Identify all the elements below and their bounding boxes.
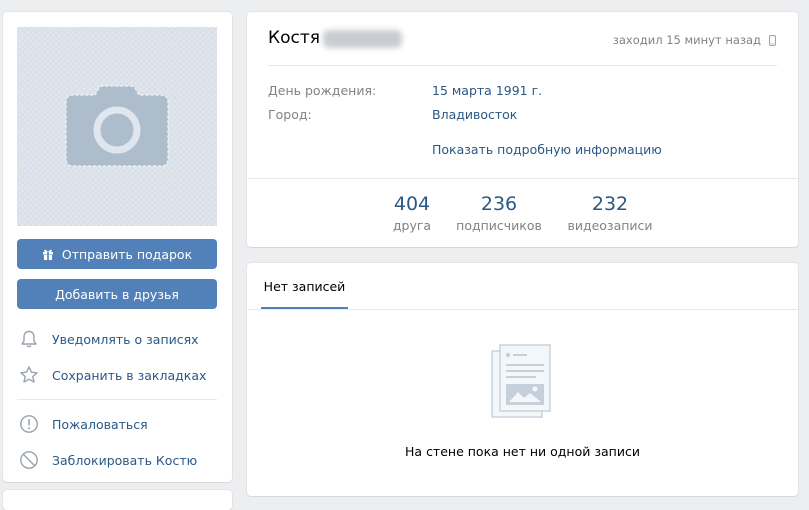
birthday-value[interactable]: 15 марта 1991 г. [432,83,542,98]
empty-wall-message: На стене пока нет ни одной записи [405,444,640,459]
exclamation-circle-icon [20,415,38,433]
sidebar-next-card [3,490,232,510]
save-bookmark-label: Сохранить в закладках [52,367,207,383]
add-friend-label: Добавить в друзья [55,286,179,302]
profile-sidebar-card: Отправить подарок Добавить в друзья Увед… [3,12,232,482]
wall-card: Нет записей На стене пока нет ни одной з… [247,263,798,496]
birthday-label: День рождения: [268,83,377,98]
report-action[interactable]: Пожаловаться [17,410,217,438]
mobile-phone-icon [769,34,776,46]
header-divider [268,65,777,66]
last-seen-text: заходил 15 минут назад [612,33,761,47]
videos-counter[interactable]: 232 видеозаписи [563,193,657,233]
city-label: Город: [268,107,312,122]
empty-wall-document-icon [491,344,551,418]
blurred-surname [323,30,402,48]
notify-posts-label: Уведомлять о записях [52,331,199,347]
block-icon [20,451,38,469]
block-user-label: Заблокировать Костю [52,452,198,468]
profile-avatar[interactable] [17,27,217,226]
report-label: Пожаловаться [52,416,148,432]
last-seen-status: заходил 15 минут назад [613,33,776,47]
show-more-info-link[interactable]: Показать подробную информацию [432,142,662,157]
block-user-action[interactable]: Заблокировать Костю [17,446,217,474]
gift-icon [42,249,53,260]
videos-count: 232 [591,193,629,215]
profile-name: Костя [268,28,320,48]
profile-info-card: Костя заходил 15 минут назад День рожден… [247,12,798,247]
city-value[interactable]: Владивосток [432,107,517,122]
star-icon [20,366,38,383]
followers-count-label: подписчиков [456,218,542,233]
counters-divider [247,178,798,179]
notify-posts-action[interactable]: Уведомлять о записях [17,325,217,353]
send-gift-label: Отправить подарок [61,246,193,262]
wall-tabs-divider [247,309,798,310]
add-friend-button[interactable]: Добавить в друзья [17,279,217,309]
bell-icon [21,330,37,348]
camera-placeholder-icon [65,85,169,167]
friends-counter[interactable]: 404 друга [386,193,438,233]
videos-count-label: видеозаписи [567,218,653,233]
save-bookmark-action[interactable]: Сохранить в закладках [17,361,217,389]
sidebar-divider [17,399,217,400]
followers-count: 236 [480,193,518,215]
friends-count-label: друга [392,218,432,233]
friends-count: 404 [393,193,431,215]
followers-counter[interactable]: 236 подписчиков [454,193,544,233]
tab-wall-posts[interactable]: Нет записей [261,263,348,309]
send-gift-button[interactable]: Отправить подарок [17,239,217,269]
